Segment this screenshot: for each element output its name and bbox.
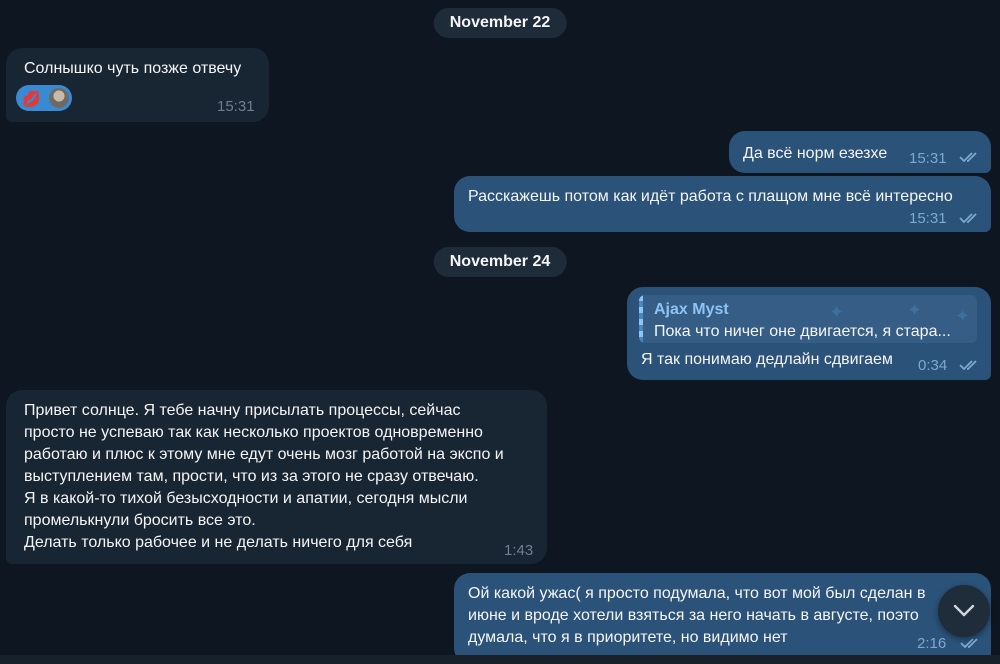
incoming-message[interactable]: Привет солнце. Я тебе начну присылать пр… xyxy=(6,390,547,564)
pattern-icon: ✦ xyxy=(829,302,845,322)
kiss-lips-icon: 💋 xyxy=(22,91,41,108)
message-text: Ой какой ужас( я просто подумала, что во… xyxy=(468,585,926,646)
message-time: 15:31 xyxy=(909,210,947,227)
reply-text: Пока что ничег оне двигается, я стара... xyxy=(654,323,951,340)
date-separator: November 24 xyxy=(433,247,567,277)
reply-bar xyxy=(639,295,643,343)
outgoing-message[interactable]: Ajax Myst Пока что ничег оне двигается, … xyxy=(627,287,991,380)
reply-quote[interactable]: Ajax Myst Пока что ничег оне двигается, … xyxy=(639,295,977,343)
message-time: 15:31 xyxy=(909,150,947,167)
outgoing-message[interactable]: Ой какой ужас( я просто подумала, что во… xyxy=(454,573,991,664)
avatar xyxy=(49,88,69,108)
double-check-icon xyxy=(959,213,977,224)
message-text: Солнышко чуть позже отвечу xyxy=(24,60,242,77)
scroll-down-button[interactable] xyxy=(938,585,990,637)
double-check-icon xyxy=(959,360,977,371)
pattern-icon: ✦ xyxy=(955,306,971,326)
composer-edge xyxy=(0,655,1000,664)
incoming-message[interactable]: Солнышко чуть позже отвечу 💋 15:31 xyxy=(6,48,269,122)
message-text: Да всё норм езезхе xyxy=(743,145,888,162)
outgoing-message[interactable]: Расскажешь потом как идёт работа с плащо… xyxy=(454,176,991,232)
message-time: 2:16 xyxy=(917,635,947,652)
chevron-down-icon xyxy=(953,604,975,617)
double-check-icon xyxy=(959,152,977,163)
message-text: Я так понимаю дедлайн сдвигаем xyxy=(641,351,893,368)
message-text: Расскажешь потом как идёт работа с плащо… xyxy=(468,188,953,205)
date-separator: November 22 xyxy=(433,8,567,38)
message-time: 15:31 xyxy=(217,98,255,115)
pattern-icon: ✦ xyxy=(907,300,923,320)
double-check-icon xyxy=(960,638,978,649)
reaction-badge[interactable]: 💋 xyxy=(16,85,72,111)
message-text: Привет солнце. Я тебе начну присылать пр… xyxy=(24,402,504,551)
message-time: 1:43 xyxy=(504,542,534,559)
reply-author: Ajax Myst xyxy=(654,301,729,318)
message-time: 0:34 xyxy=(918,357,948,374)
outgoing-message[interactable]: Да всё норм езезхе 15:31 xyxy=(729,131,991,173)
